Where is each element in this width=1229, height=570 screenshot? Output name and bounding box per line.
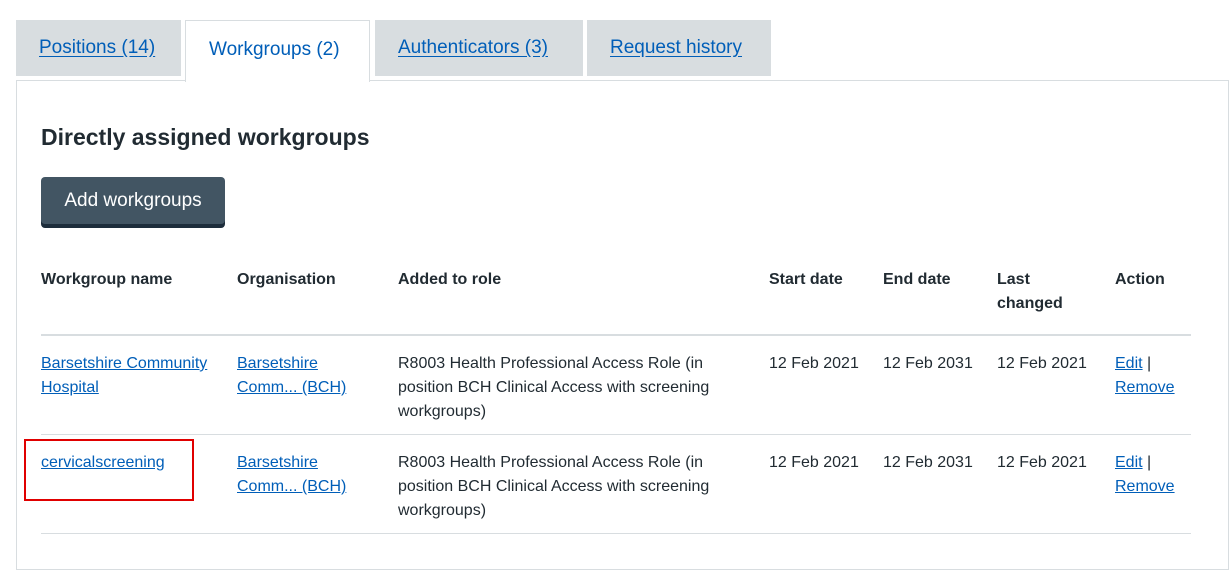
- tab-authenticators[interactable]: Authenticators (3): [375, 20, 583, 76]
- cell-action: Edit | Remove: [1115, 434, 1191, 534]
- workgroups-table: Workgroup name Organisation Added to rol…: [41, 262, 1191, 534]
- cell-workgroup-name: cervicalscreening: [41, 434, 237, 534]
- tab-workgroups[interactable]: Workgroups (2): [185, 20, 370, 82]
- cell-start-date: 12 Feb 2021: [769, 335, 883, 435]
- tab-bar: Positions (14) Workgroups (2) Authentica…: [16, 20, 1229, 82]
- cell-organisation: Barsetshire Comm... (BCH): [237, 335, 398, 435]
- workgroup-name-link[interactable]: Barsetshire Community Hospital: [41, 355, 207, 396]
- tab-positions[interactable]: Positions (14): [16, 20, 181, 76]
- add-workgroups-button[interactable]: Add workgroups: [41, 177, 225, 224]
- cell-organisation: Barsetshire Comm... (BCH): [237, 434, 398, 534]
- table-row: cervicalscreening Barsetshire Comm... (B…: [41, 434, 1191, 534]
- cell-last-changed: 12 Feb 2021: [997, 434, 1115, 534]
- tab-workgroups-label: Workgroups (2): [209, 39, 340, 60]
- cell-end-date: 12 Feb 2031: [883, 434, 997, 534]
- cell-start-date: 12 Feb 2021: [769, 434, 883, 534]
- workgroup-name-link[interactable]: cervicalscreening: [41, 454, 165, 471]
- cell-workgroup-name: Barsetshire Community Hospital: [41, 335, 237, 435]
- tab-positions-link[interactable]: Positions (14): [39, 37, 155, 58]
- page-heading: Directly assigned workgroups: [41, 124, 370, 150]
- cell-added-to-role: R8003 Health Professional Access Role (i…: [398, 335, 769, 435]
- organisation-link[interactable]: Barsetshire Comm... (BCH): [237, 355, 346, 396]
- header-end-date: End date: [883, 262, 997, 336]
- header-start-date: Start date: [769, 262, 883, 336]
- organisation-link[interactable]: Barsetshire Comm... (BCH): [237, 454, 346, 495]
- table-header-row: Workgroup name Organisation Added to rol…: [41, 262, 1191, 336]
- cell-action: Edit | Remove: [1115, 335, 1191, 435]
- action-separator: |: [1147, 355, 1152, 372]
- header-workgroup-name: Workgroup name: [41, 262, 237, 336]
- remove-link[interactable]: Remove: [1115, 379, 1175, 396]
- header-added-to-role: Added to role: [398, 262, 769, 336]
- cell-added-to-role: R8003 Health Professional Access Role (i…: [398, 434, 769, 534]
- cell-last-changed: 12 Feb 2021: [997, 335, 1115, 435]
- tab-request-history-link[interactable]: Request history: [610, 37, 742, 58]
- table-row: Barsetshire Community Hospital Barsetshi…: [41, 335, 1191, 435]
- tab-authenticators-link[interactable]: Authenticators (3): [398, 37, 548, 58]
- header-last-changed: Last changed: [997, 262, 1115, 336]
- header-action: Action: [1115, 262, 1191, 336]
- header-organisation: Organisation: [237, 262, 398, 336]
- edit-link[interactable]: Edit: [1115, 355, 1143, 372]
- tab-request-history[interactable]: Request history: [587, 20, 771, 76]
- edit-link[interactable]: Edit: [1115, 454, 1143, 471]
- remove-link[interactable]: Remove: [1115, 478, 1175, 495]
- action-separator: |: [1147, 454, 1152, 471]
- cell-end-date: 12 Feb 2031: [883, 335, 997, 435]
